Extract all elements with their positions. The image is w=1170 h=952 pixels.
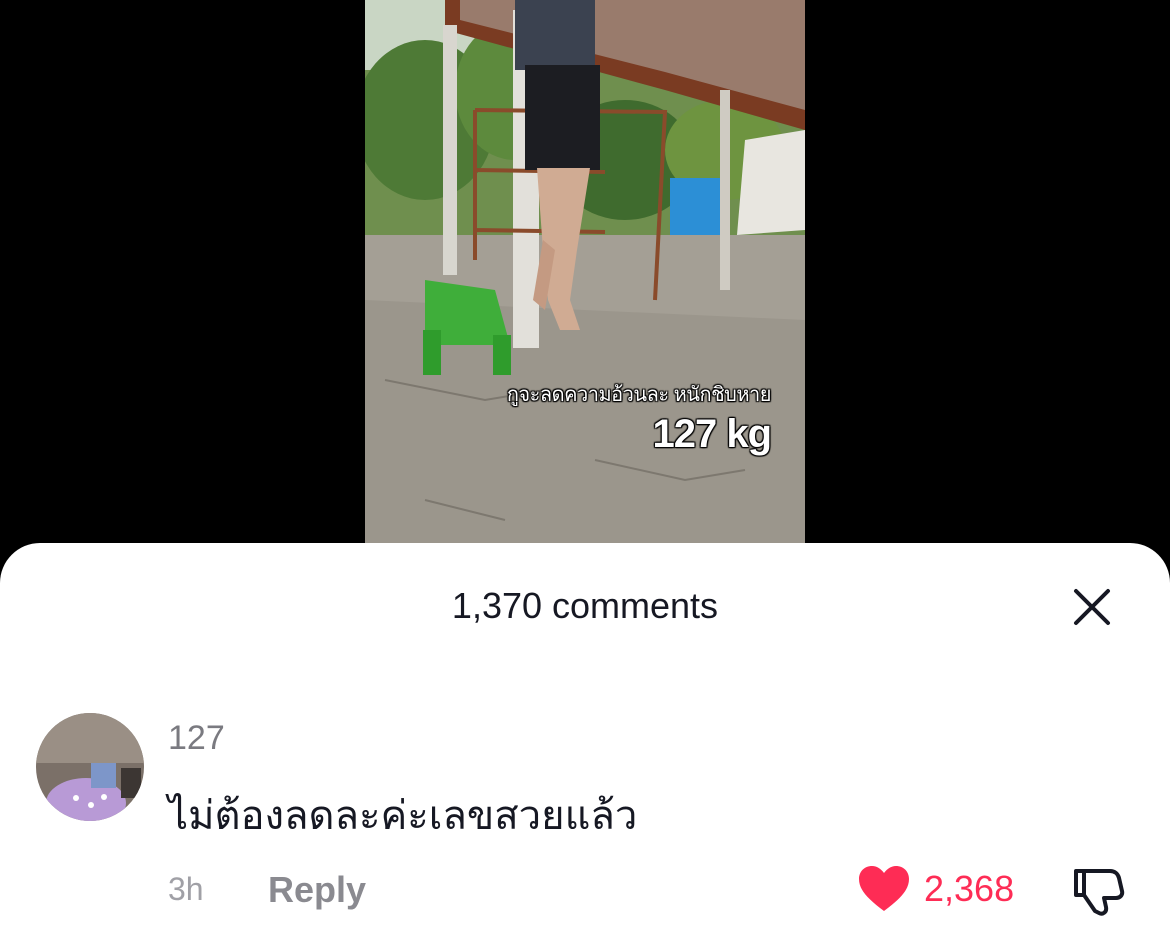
heart-icon [859,866,909,911]
like-button[interactable]: 2,368 [858,861,1014,917]
comment-item: 127 ไม่ต้องลดละค่ะเลขสวยแล้ว 3h Reply 2,… [0,711,1170,951]
comments-sheet: 1,370 comments 127 ไม่ต้องลดละค่ะเลขสวยแ… [0,543,1170,952]
comment-username[interactable]: 127 [168,719,225,758]
close-icon [1074,589,1110,625]
avatar[interactable] [36,713,144,821]
dislike-button[interactable] [1070,863,1126,919]
thumbs-down-icon [1074,869,1125,916]
comments-count-title: 1,370 comments [451,585,719,626]
comment-text: ไม่ต้องลดละค่ะเลขสวยแล้ว [168,793,638,839]
close-button[interactable] [1066,581,1118,633]
app-screen: กูจะลดความอ้วนละ หนักชิบหาย 127 kg 1,370… [0,0,1170,952]
video-caption-weight: 127 kg [652,412,772,456]
video-frame-image [365,0,805,560]
avatar-image [36,713,144,821]
comment-timestamp: 3h [168,871,204,907]
like-count: 2,368 [924,868,1015,909]
video-caption-text: กูจะลดความอ้วนละ หนักชิบหาย [506,384,772,406]
reply-button[interactable]: Reply [268,869,366,911]
video-player[interactable]: กูจะลดความอ้วนละ หนักชิบหาย 127 kg [365,0,805,560]
